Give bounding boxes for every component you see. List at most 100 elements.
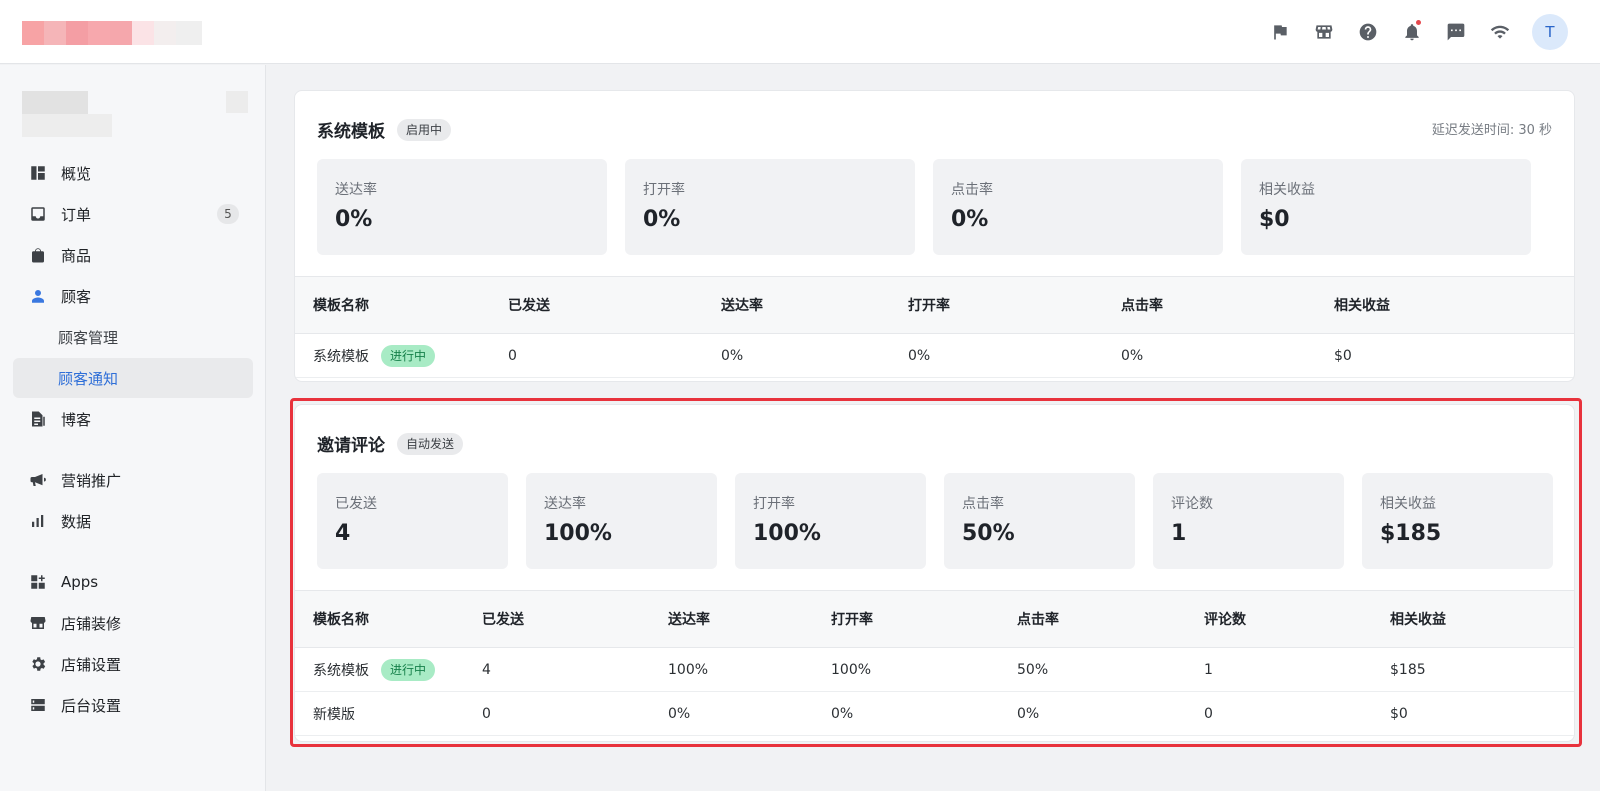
- table-row[interactable]: 新模版 0 0% 0% 0% 0 $0: [295, 691, 1574, 736]
- table-row[interactable]: 系统模板 进行中 4 100% 100% 50% 1 $185: [295, 647, 1574, 692]
- column-header: 模板名称: [295, 590, 482, 648]
- table-cell: 0: [1204, 691, 1390, 736]
- table-cell: 0%: [1121, 333, 1334, 378]
- stat-card: 点击率 50%: [944, 473, 1135, 569]
- review-invite-card: 邀请评论 自动发送 已发送 4 送达率 100% 打开率 100% 点击率 50…: [294, 404, 1575, 742]
- sidebar-item-store-settings[interactable]: 店铺设置: [13, 644, 253, 684]
- sidebar-item-label: 订单: [61, 205, 92, 224]
- card-title: 系统模板: [317, 122, 385, 142]
- system-template-header: 系统模板 启用中: [317, 117, 452, 142]
- sidebar-item-customer-management[interactable]: 顾客管理: [13, 317, 253, 357]
- help-icon[interactable]: [1346, 13, 1390, 51]
- status-badge: 进行中: [381, 658, 436, 681]
- table-cell: 1: [1204, 647, 1390, 692]
- column-header: 点击率: [1121, 276, 1334, 334]
- stat-label: 打开率: [753, 496, 795, 512]
- notification-dot: [1416, 20, 1421, 25]
- table-cell: $0: [1390, 691, 1574, 736]
- stat-value: $0: [1259, 207, 1290, 232]
- table-cell: 4: [482, 647, 668, 692]
- table-cell: 0%: [721, 333, 908, 378]
- stat-label: 点击率: [951, 182, 993, 198]
- sidebar-item-label: 顾客管理: [58, 328, 119, 347]
- template-name[interactable]: 新模版: [313, 704, 355, 724]
- status-badge: 自动发送: [397, 432, 464, 455]
- sidebar-item-admin-settings[interactable]: 后台设置: [13, 685, 253, 725]
- sidebar-item-label: 顾客通知: [58, 369, 119, 388]
- sidebar-item-label: 概览: [61, 164, 92, 183]
- table-cell: 0: [508, 333, 721, 378]
- store-switcher[interactable]: [226, 91, 248, 113]
- sidebar-item-overview[interactable]: 概览: [13, 153, 253, 193]
- column-header: 已发送: [508, 276, 721, 334]
- store-name: [22, 91, 112, 137]
- sidebar-item-orders[interactable]: 订单 5: [13, 194, 253, 234]
- store-icon[interactable]: [1302, 13, 1346, 51]
- server-icon: [29, 696, 47, 714]
- wifi-icon[interactable]: [1478, 13, 1522, 51]
- stat-card: 相关收益 $185: [1362, 473, 1553, 569]
- avatar[interactable]: T: [1532, 14, 1568, 50]
- stat-label: 相关收益: [1259, 182, 1315, 198]
- shopping-bag-icon: [29, 246, 47, 264]
- column-header: 已发送: [482, 590, 668, 648]
- table-header-row: 模板名称 已发送 送达率 打开率 点击率 评论数 相关收益: [295, 590, 1574, 648]
- stat-label: 打开率: [643, 182, 685, 198]
- stat-card: 打开率 0%: [625, 159, 915, 255]
- table-cell: 0%: [1017, 691, 1204, 736]
- inbox-icon: [29, 205, 47, 223]
- sidebar-item-apps[interactable]: Apps: [13, 562, 253, 602]
- sidebar-item-label: 博客: [61, 410, 92, 429]
- table-row[interactable]: 系统模板 进行中 0 0% 0% 0% $0: [295, 333, 1574, 378]
- sidebar-item-marketing[interactable]: 营销推广: [13, 460, 253, 500]
- stat-value: 0%: [643, 207, 681, 232]
- sidebar-item-customers[interactable]: 顾客: [13, 276, 253, 316]
- sidebar-item-label: 店铺装修: [61, 614, 122, 633]
- table-cell: 100%: [831, 647, 1017, 692]
- table-cell: $185: [1390, 647, 1574, 692]
- stat-value: 50%: [962, 521, 1015, 546]
- sidebar-item-blog[interactable]: 博客: [13, 399, 253, 439]
- stat-card: 评论数 1: [1153, 473, 1344, 569]
- sidebar-item-customer-notifications[interactable]: 顾客通知: [13, 358, 253, 398]
- table-cell: 50%: [1017, 647, 1204, 692]
- table-cell: 100%: [668, 647, 831, 692]
- flag-icon[interactable]: [1258, 13, 1302, 51]
- stat-label: 送达率: [544, 496, 586, 512]
- system-template-table: 模板名称 已发送 送达率 打开率 点击率 相关收益 系统模板 进行中 0 0% 0…: [295, 276, 1574, 378]
- blog-icon: [29, 410, 47, 428]
- bar-chart-icon: [29, 512, 47, 530]
- column-header: 送达率: [721, 276, 908, 334]
- sidebar-item-store-design[interactable]: 店铺装修: [13, 603, 253, 643]
- chat-icon[interactable]: [1434, 13, 1478, 51]
- sidebar-item-label: 后台设置: [61, 696, 122, 715]
- card-title: 邀请评论: [317, 436, 385, 456]
- status-badge: 进行中: [381, 344, 436, 367]
- sidebar-item-label: 数据: [61, 512, 92, 531]
- template-name[interactable]: 系统模板: [313, 346, 369, 366]
- send-delay-text: 延迟发送时间: 30 秒: [1431, 123, 1552, 138]
- bell-icon[interactable]: [1390, 13, 1434, 51]
- table-header-row: 模板名称 已发送 送达率 打开率 点击率 相关收益: [295, 276, 1574, 334]
- store-logo[interactable]: [22, 21, 202, 45]
- stat-card: 相关收益 $0: [1241, 159, 1531, 255]
- table-cell: $0: [1334, 333, 1574, 378]
- sidebar-item-label: 商品: [61, 246, 92, 265]
- megaphone-icon: [29, 471, 47, 489]
- table-cell: 0%: [831, 691, 1017, 736]
- sidebar-item-products[interactable]: 商品: [13, 235, 253, 275]
- stat-value: 0%: [951, 207, 989, 232]
- gear-icon: [29, 655, 47, 673]
- column-header: 打开率: [908, 276, 1121, 334]
- stat-value: 100%: [544, 521, 612, 546]
- stat-label: 相关收益: [1380, 496, 1436, 512]
- template-name[interactable]: 系统模板: [313, 660, 369, 680]
- dashboard-icon: [29, 164, 47, 182]
- sidebar-item-analytics[interactable]: 数据: [13, 501, 253, 541]
- stats-row: 送达率 0% 打开率 0% 点击率 0% 相关收益 $0: [317, 159, 1531, 255]
- stat-value: 1: [1171, 521, 1187, 546]
- stat-card: 送达率 0%: [317, 159, 607, 255]
- stat-value: $185: [1380, 521, 1442, 546]
- column-header: 点击率: [1017, 590, 1204, 648]
- top-bar: T: [0, 0, 1600, 64]
